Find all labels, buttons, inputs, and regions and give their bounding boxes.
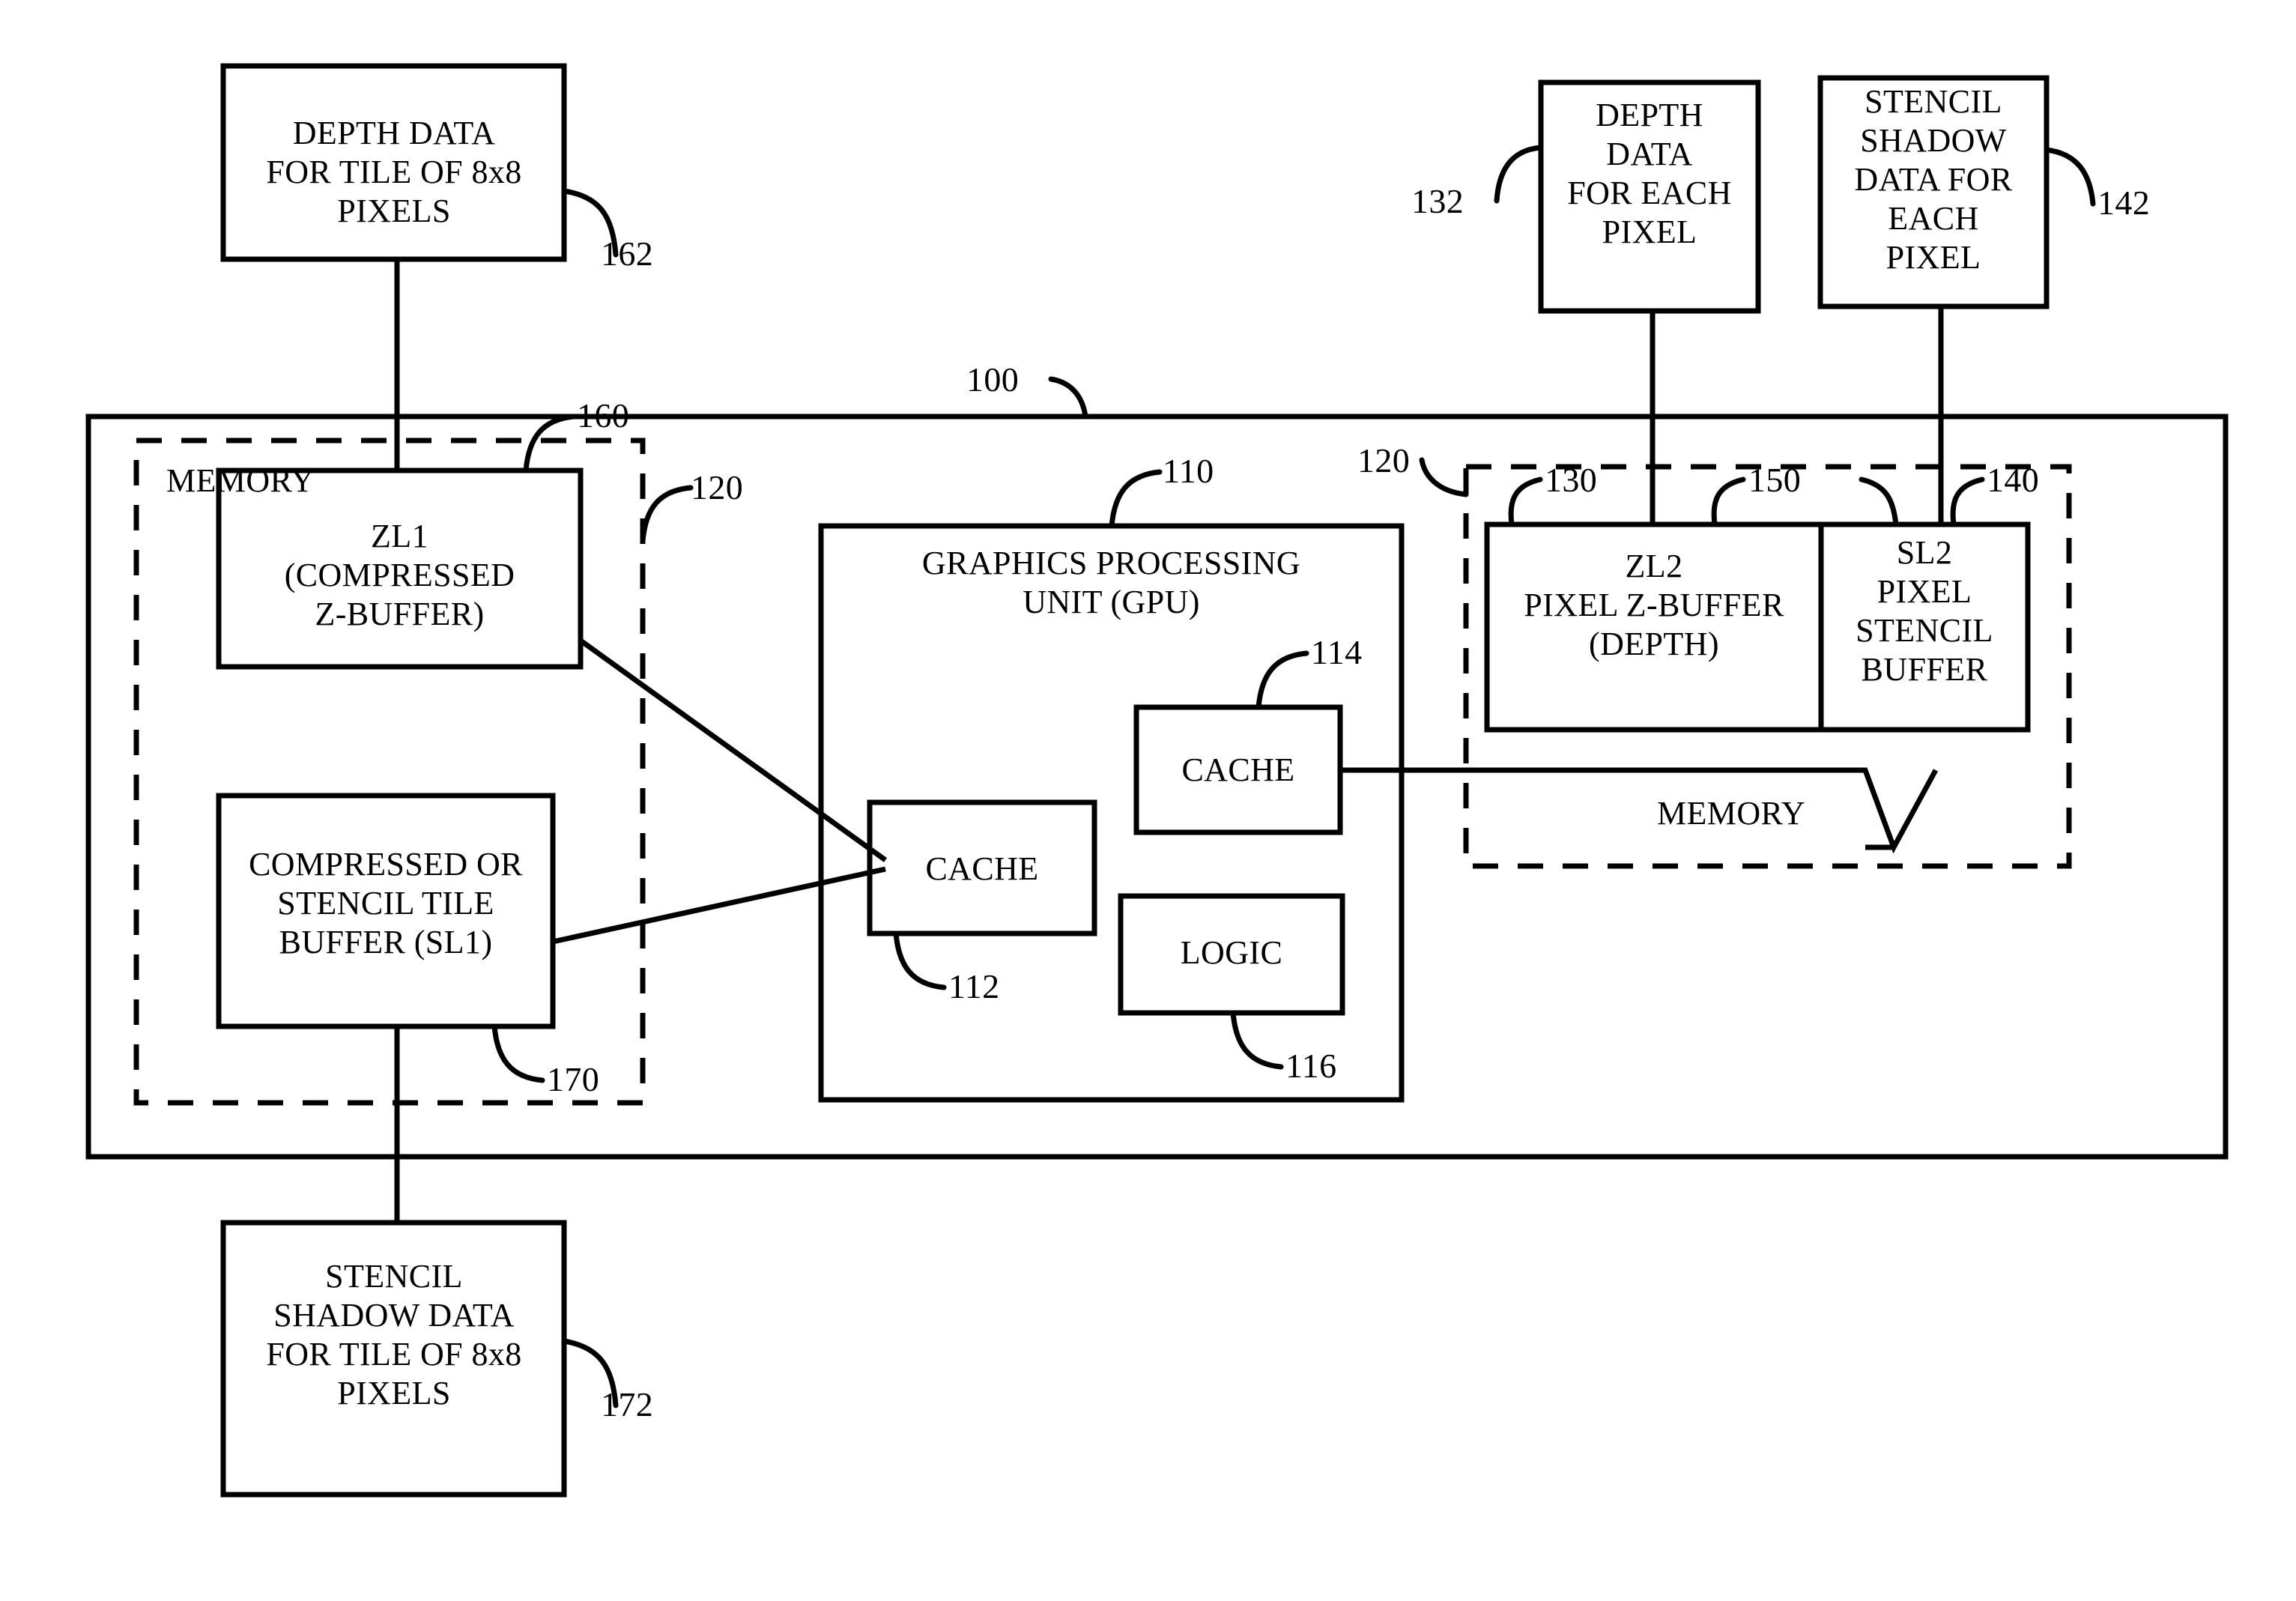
sl2-label: SL2 PIXEL STENCIL BUFFER xyxy=(1856,534,1993,688)
memory-right-label: MEMORY xyxy=(1657,795,1805,832)
ref-114: 114 xyxy=(1311,633,1363,671)
depth-each-pixel-label: DEPTH DATA FOR EACH PIXEL xyxy=(1567,97,1732,250)
leader-160 xyxy=(523,414,577,473)
gpu-label: GRAPHICS PROCESSING UNIT (GPU) xyxy=(921,545,1301,620)
ref-120-right: 120 xyxy=(1357,441,1411,479)
leader-150-left xyxy=(1711,476,1746,527)
ref-110: 110 xyxy=(1163,452,1214,490)
figure-canvas: DEPTH DATA FOR TILE OF 8x8 PIXELS 162 DEPT… xyxy=(0,0,2296,1601)
connector-sl1-to-cache112 xyxy=(552,866,886,945)
leader-110 xyxy=(1109,469,1163,529)
ref-160: 160 xyxy=(577,396,630,435)
ref-150: 150 xyxy=(1748,461,1802,499)
cache114-label: CACHE xyxy=(1181,751,1295,788)
zl1-label: ZL1 (COMPRESSED Z-BUFFER) xyxy=(284,518,515,632)
leader-130 xyxy=(1508,476,1543,527)
cache112-label: CACHE xyxy=(925,850,1039,887)
leader-112 xyxy=(893,930,947,990)
leader-120-left xyxy=(640,485,694,544)
stencil-tile-label: STENCIL SHADOW DATA FOR TILE OF 8x8 PIXELS xyxy=(266,1258,522,1411)
ref-142: 142 xyxy=(2097,184,2151,222)
leader-100 xyxy=(1048,376,1088,420)
ref-162: 162 xyxy=(601,234,654,273)
leader-114 xyxy=(1255,650,1309,710)
leader-132 xyxy=(1494,145,1544,204)
connector-zl1-to-cache112 xyxy=(578,638,888,862)
leader-140 xyxy=(1950,476,1985,527)
leader-170 xyxy=(491,1023,545,1083)
ref-140: 140 xyxy=(1987,461,2040,499)
sl1-label: COMPRESSED OR STENCIL TILE BUFFER (SL1) xyxy=(249,846,523,960)
ref-170: 170 xyxy=(547,1060,600,1098)
ref-130: 130 xyxy=(1545,461,1598,499)
ref-172: 172 xyxy=(601,1385,654,1423)
depth-tile-label: DEPTH DATA FOR TILE OF 8x8 PIXELS xyxy=(266,115,522,229)
zl2-label: ZL2 PIXEL Z-BUFFER (DEPTH) xyxy=(1524,548,1784,662)
leader-150-right xyxy=(1859,476,1899,527)
ref-112: 112 xyxy=(948,967,1000,1005)
leader-142 xyxy=(2044,147,2096,207)
ref-120-left: 120 xyxy=(691,468,744,506)
memory-left-label: MEMORY xyxy=(166,462,315,499)
logic116-label: LOGIC xyxy=(1180,934,1283,971)
stencil-each-pixel-label: STENCIL SHADOW DATA FOR EACH PIXEL xyxy=(1854,83,2013,276)
ref-100: 100 xyxy=(966,360,1020,399)
leader-116 xyxy=(1230,1010,1284,1070)
ref-116: 116 xyxy=(1285,1047,1337,1085)
ref-132: 132 xyxy=(1411,182,1464,220)
